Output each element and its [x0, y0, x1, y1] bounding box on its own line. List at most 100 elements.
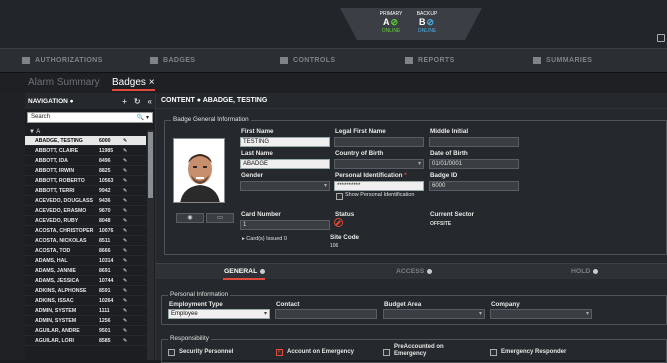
edit-icon[interactable]: ✎ — [123, 258, 133, 264]
content-panel: CONTENT ● ABADGE, TESTING Badge General … — [156, 93, 667, 363]
close-icon[interactable]: × — [149, 77, 155, 88]
responsibility-checkbox[interactable] — [490, 349, 497, 356]
contact-input[interactable] — [275, 309, 377, 319]
edit-icon[interactable]: ✎ — [123, 298, 133, 304]
badge-list-item[interactable]: ACEVEDO, DOUGLASS 9436 ✎ — [25, 196, 146, 206]
badge-list-item[interactable]: AGUILAR, ANDRE 9501 ✎ — [25, 326, 146, 336]
nav-summaries[interactable]: SUMMARIES — [533, 57, 592, 64]
employment-type-select[interactable]: Employee — [168, 309, 270, 319]
badge-list-item[interactable]: ACOSTA, TOD 8666 ✎ — [25, 246, 146, 256]
status-inactive-icon — [334, 218, 343, 227]
badge-list-item[interactable]: ACEVEDO, ERASMO 9670 ✎ — [25, 206, 146, 216]
tab-access[interactable]: ACCESS — [396, 268, 433, 275]
badge-holder-id: 6000 — [99, 137, 111, 144]
last-name-input[interactable]: ABADGE — [240, 159, 330, 169]
edit-icon[interactable]: ✎ — [123, 228, 133, 234]
responsibility-label: PreAccounted on Emergency — [394, 344, 444, 357]
edit-icon[interactable]: ✎ — [123, 308, 133, 314]
middle-initial-input[interactable] — [429, 137, 519, 147]
edit-icon[interactable]: ✎ — [123, 198, 133, 204]
nav-reports[interactable]: REPORTS — [405, 57, 455, 64]
date-of-birth-input[interactable]: 01/01/0001 — [429, 159, 519, 169]
badge-list-item[interactable]: ABBOTT, ROBERTO 10563 ✎ — [25, 176, 146, 186]
edit-icon[interactable]: ✎ — [123, 318, 133, 324]
group-letter[interactable]: ▼ A — [25, 126, 155, 136]
badge-list-item[interactable]: ABADGE, TESTING 6000 ✎ — [25, 136, 146, 146]
country-of-birth-select[interactable] — [334, 159, 424, 169]
badge-list-item[interactable]: AGUILAR, LORI 8585 ✎ — [25, 336, 146, 346]
badge-list-item[interactable]: ADKINS, ALPHONSE 8591 ✎ — [25, 286, 146, 296]
badge-holder-name: ADAMS, JANNIE — [35, 267, 76, 274]
badge-holder-name: ADAMS, JESSICA — [35, 277, 80, 284]
primary-server-status: PRIMARY A⊘ ONLINE — [379, 11, 403, 34]
badge-list-item[interactable]: ACEVEDO, RUBY 8048 ✎ — [25, 216, 146, 226]
nav-badges[interactable]: BADGES — [150, 57, 195, 64]
add-icon[interactable]: + — [122, 97, 127, 106]
badge-holder-name: AGUILAR, LORI — [35, 337, 74, 344]
badge-holder-name: ABBOTT, TERRI — [35, 187, 75, 194]
edit-icon[interactable]: ✎ — [123, 238, 133, 244]
badge-list-item[interactable]: ADAMS, JANNIE 8691 ✎ — [25, 266, 146, 276]
badge-list-item[interactable]: ADMIN, SYSTEM 1111 ✎ — [25, 306, 146, 316]
edit-icon[interactable]: ✎ — [123, 148, 133, 154]
edit-icon[interactable]: ✎ — [123, 208, 133, 214]
badge-list-item[interactable]: ADAMS, JESSICA 10744 ✎ — [25, 276, 146, 286]
tab-alarm-summary[interactable]: Alarm Summary — [28, 77, 100, 88]
section-tabs: GENERAL ACCESS HOLD — [156, 263, 667, 279]
badge-list-item[interactable]: ADMIN, SYSTEM 1256 ✎ — [25, 316, 146, 326]
badge-holder-id: 8691 — [99, 267, 111, 274]
responsibility-checkbox[interactable]: ✓ — [276, 349, 283, 356]
nav-authorizations[interactable]: AUTHORIZATIONS — [22, 57, 103, 64]
edit-icon[interactable]: ✎ — [123, 278, 133, 284]
responsibility-checkbox[interactable] — [383, 349, 390, 356]
gender-select[interactable] — [240, 181, 330, 191]
badge-list-item[interactable]: ABBOTT, IRWIN 8825 ✎ — [25, 166, 146, 176]
show-pid-checkbox[interactable] — [336, 193, 343, 200]
edit-icon[interactable]: ✎ — [123, 248, 133, 254]
edit-icon[interactable]: ✎ — [123, 138, 133, 144]
badge-list-item[interactable]: ABBOTT, TERRI 9942 ✎ — [25, 186, 146, 196]
legal-first-name-input[interactable] — [334, 137, 424, 147]
edit-icon[interactable]: ✎ — [123, 168, 133, 174]
badge-list-item[interactable]: ABBOTT, CLAIRE 11985 ✎ — [25, 146, 146, 156]
badge-id-input[interactable]: 6000 — [429, 181, 519, 191]
edit-icon[interactable]: ✎ — [123, 188, 133, 194]
badge-holder-id: 10744 — [99, 277, 114, 284]
tab-general[interactable]: GENERAL — [224, 268, 266, 275]
edit-icon[interactable]: ✎ — [123, 268, 133, 274]
nav-controls[interactable]: CONTROLS — [280, 57, 335, 64]
sidebar-scrollbar[interactable] — [147, 130, 154, 360]
personal-id-input[interactable]: ********** — [334, 181, 424, 191]
edit-icon[interactable]: ✎ — [123, 218, 133, 224]
badge-list-item[interactable]: ACOSTA, CHRISTOPER 10076 ✎ — [25, 226, 146, 236]
badge-list-item[interactable]: ACOSTA, NICKOLAS 8511 ✎ — [25, 236, 146, 246]
lock-icon[interactable] — [657, 34, 665, 42]
budget-area-select[interactable] — [383, 309, 485, 319]
search-input[interactable]: Search 🔍 ▾ — [27, 112, 153, 123]
badge-print-button[interactable]: ▭ — [206, 213, 234, 223]
camera-button[interactable]: ◉ — [176, 213, 204, 223]
badge-holder-id: 10563 — [99, 177, 114, 184]
badge-holder-name: ADMIN, SYSTEM — [35, 307, 77, 314]
badge-list-item[interactable]: ADAMS, HAL 10314 ✎ — [25, 256, 146, 266]
card-number-input[interactable]: 1 — [240, 220, 330, 230]
responsibility-checkbox[interactable] — [168, 349, 175, 356]
collapse-icon[interactable]: « — [148, 97, 152, 106]
tab-hold[interactable]: HOLD — [571, 268, 599, 275]
edit-icon[interactable]: ✎ — [123, 178, 133, 184]
edit-icon[interactable]: ✎ — [123, 338, 133, 344]
cards-issued[interactable]: ▸ Card(s) Issued 0 — [242, 236, 287, 242]
server-status-panel: PRIMARY A⊘ ONLINE BACKUP B⊘ ONLINE — [340, 8, 482, 40]
company-select[interactable] — [490, 309, 592, 319]
badge-holder-id: 9501 — [99, 327, 111, 334]
badge-photo — [173, 138, 225, 203]
first-name-input[interactable]: TESTING — [240, 137, 330, 147]
refresh-icon[interactable]: ↻ — [134, 97, 141, 106]
badge-list-item[interactable]: ADKINS, ISSAC 10264 ✎ — [25, 296, 146, 306]
info-icon — [260, 268, 266, 274]
edit-icon[interactable]: ✎ — [123, 328, 133, 334]
edit-icon[interactable]: ✎ — [123, 158, 133, 164]
badge-list-item[interactable]: ABBOTT, IDA 8496 ✎ — [25, 156, 146, 166]
edit-icon[interactable]: ✎ — [123, 288, 133, 294]
tab-badges[interactable]: Badges × — [112, 77, 155, 91]
